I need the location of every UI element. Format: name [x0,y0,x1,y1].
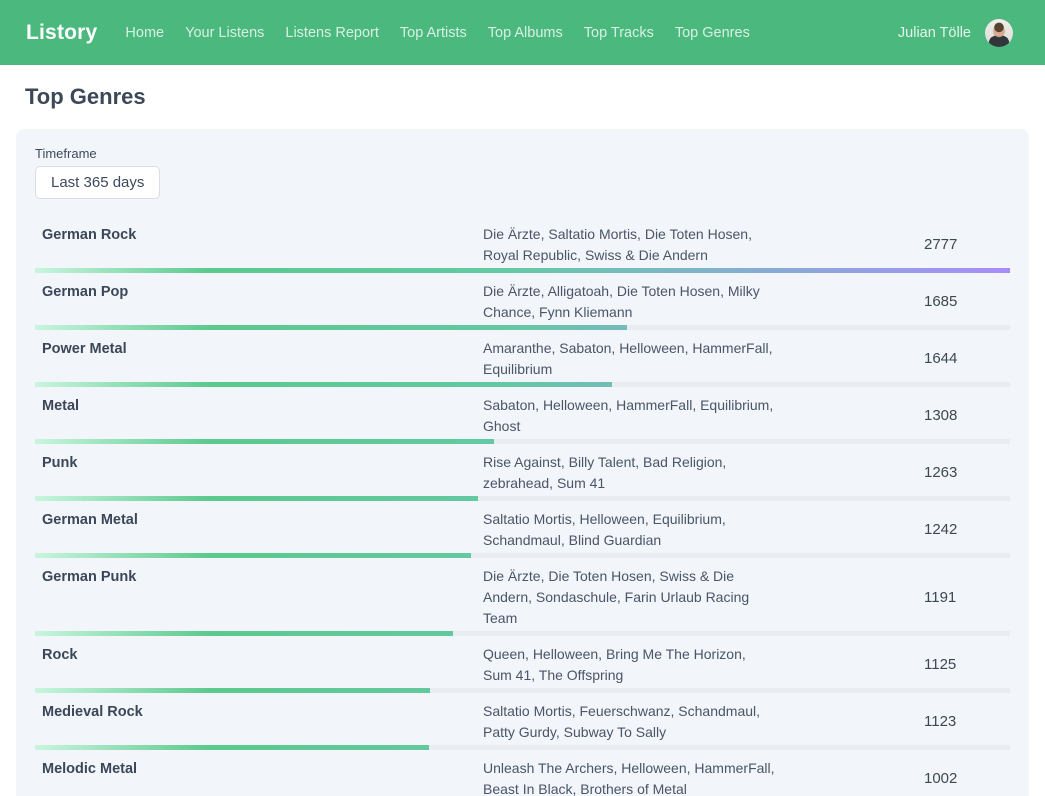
genre-name: German Rock [35,223,483,243]
timeframe-select[interactable]: Last 365 days [35,166,160,199]
genre-row: German Metal Saltatio Mortis, Helloween,… [35,501,1010,558]
genre-name: Melodic Metal [35,757,483,777]
genre-row: Rock Queen, Helloween, Bring Me The Hori… [35,636,1010,693]
genre-artists: Sabaton, Helloween, HammerFall, Equilibr… [483,394,775,437]
genre-count: 1242 [775,521,1010,538]
genre-row: Melodic Metal Unleash The Archers, Hello… [35,750,1010,796]
genre-artists: Die Ärzte, Die Toten Hosen, Swiss & Die … [483,565,775,629]
top-genres-panel: Timeframe Last 365 days German Rock Die … [16,129,1029,796]
nav-item-top-genres[interactable]: Top Genres [675,25,750,41]
user-avatar[interactable] [985,19,1013,47]
nav-item-home[interactable]: Home [125,25,164,41]
user-name: Julian Tölle [898,25,971,41]
genre-count: 1308 [775,407,1010,424]
genre-count: 1123 [775,713,1010,730]
genre-count: 1263 [775,464,1010,481]
page-title: Top Genres [25,84,1045,110]
genre-artists: Queen, Helloween, Bring Me The Horizon, … [483,643,775,686]
genre-name: German Punk [35,565,483,585]
genre-name: Power Metal [35,337,483,357]
genre-row: Power Metal Amaranthe, Sabaton, Hellowee… [35,330,1010,387]
nav-item-top-artists[interactable]: Top Artists [400,25,467,41]
genre-artists: Saltatio Mortis, Helloween, Equilibrium,… [483,508,775,551]
genre-artists: Rise Against, Billy Talent, Bad Religion… [483,451,775,494]
genre-row: German Pop Die Ärzte, Alligatoah, Die To… [35,273,1010,330]
genre-name: Punk [35,451,483,471]
genre-count: 1191 [775,589,1010,606]
brand-logo[interactable]: Listory [26,21,97,45]
genre-name: German Metal [35,508,483,528]
genre-row: Punk Rise Against, Billy Talent, Bad Rel… [35,444,1010,501]
genre-name: German Pop [35,280,483,300]
nav-links: Home Your Listens Listens Report Top Art… [125,25,770,41]
nav-item-top-albums[interactable]: Top Albums [488,25,563,41]
genre-name: Metal [35,394,483,414]
genre-count: 1644 [775,350,1010,367]
genre-artists: Die Ärzte, Saltatio Mortis, Die Toten Ho… [483,223,775,266]
genre-row: German Punk Die Ärzte, Die Toten Hosen, … [35,558,1010,636]
nav-item-listens-report[interactable]: Listens Report [285,25,379,41]
genre-list: German Rock Die Ärzte, Saltatio Mortis, … [35,216,1010,796]
genre-count: 1125 [775,656,1010,673]
genre-artists: Unleash The Archers, Helloween, HammerFa… [483,757,775,796]
nav-item-your-listens[interactable]: Your Listens [185,25,264,41]
genre-artists: Die Ärzte, Alligatoah, Die Toten Hosen, … [483,280,775,323]
genre-count: 2777 [775,236,1010,253]
navbar: Listory Home Your Listens Listens Report… [0,0,1045,65]
genre-count: 1685 [775,293,1010,310]
genre-row: Metal Sabaton, Helloween, HammerFall, Eq… [35,387,1010,444]
genre-artists: Saltatio Mortis, Feuerschwanz, Schandmau… [483,700,775,743]
user-menu[interactable]: Julian Tölle [898,19,1013,47]
nav-item-top-tracks[interactable]: Top Tracks [584,25,654,41]
genre-count: 1002 [775,770,1010,787]
genre-artists: Amaranthe, Sabaton, Helloween, HammerFal… [483,337,775,380]
genre-name: Medieval Rock [35,700,483,720]
genre-row: Medieval Rock Saltatio Mortis, Feuerschw… [35,693,1010,750]
genre-name: Rock [35,643,483,663]
timeframe-label: Timeframe [35,146,1010,161]
genre-row: German Rock Die Ärzte, Saltatio Mortis, … [35,216,1010,273]
